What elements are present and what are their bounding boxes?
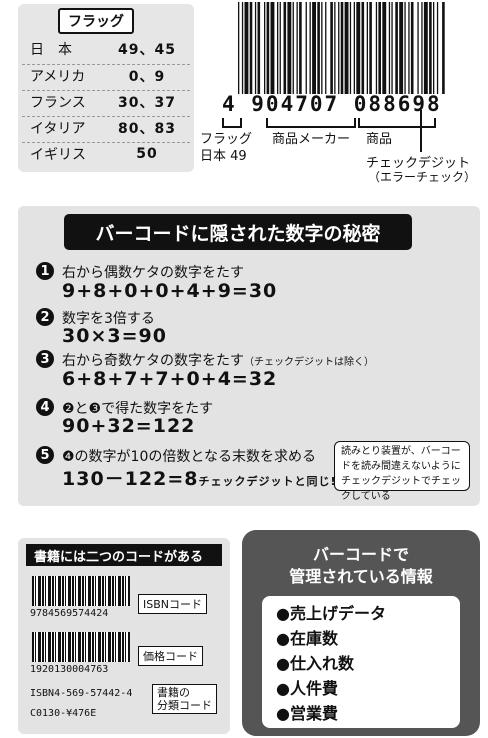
- step-equation: 30×3=90: [62, 325, 167, 347]
- label-maker: 商品メーカー: [272, 132, 351, 147]
- label-check-sub: （エラーチェック）: [368, 170, 477, 184]
- step-note: （チェックデジットは除く）: [244, 357, 374, 368]
- bracket-maker: [266, 118, 356, 128]
- step-equation: 130－122=8チェックデジットと同じ!: [62, 468, 337, 490]
- step-equation: 90+32=122: [62, 415, 196, 437]
- step-number: 2: [36, 308, 54, 326]
- info-item: ●営業費: [276, 704, 338, 723]
- books-title: 書籍には二つのコードがある: [26, 544, 222, 566]
- info-item: ●売上げデータ: [276, 604, 386, 623]
- flag-row: フランス 30、37: [22, 90, 190, 113]
- bracket-flag: [222, 118, 242, 128]
- barcode-graphic: [238, 2, 445, 94]
- isbn-line: ISBN4-569-57442-4: [30, 688, 133, 699]
- label-product: 商品: [366, 132, 393, 147]
- flag-row: イギリス 50: [22, 142, 190, 165]
- step-number: 4: [36, 398, 54, 416]
- step-number: 3: [36, 350, 54, 368]
- isbn-code-digits: 9784569574424: [30, 608, 109, 619]
- flag-row: イタリア 80、83: [22, 116, 190, 139]
- info-title: バーコードで 管理されている情報: [289, 545, 433, 586]
- flag-row: アメリカ 0、9: [22, 64, 190, 87]
- step-text: ❹の数字が10の倍数となる末数を求める: [62, 449, 316, 465]
- class-line: C0130-¥476E: [30, 708, 97, 719]
- info-item: ●在庫数: [276, 629, 338, 648]
- step-text: 右から奇数ケタの数字をたす（チェックデジットは除く）: [62, 353, 374, 369]
- flag-title: フラッグ: [58, 8, 134, 34]
- check-note: 読みとり装置が、バーコードを読み間違えないようにチェックデジットでチェックしてい…: [334, 441, 470, 502]
- step-number: 1: [36, 262, 54, 280]
- barcode-digits: 4 904707 088698: [222, 92, 442, 116]
- step-text: 右から偶数ケタの数字をたす: [62, 265, 244, 281]
- price-code-digits: 1920130004763: [30, 664, 109, 675]
- isbn-barcode: [32, 576, 130, 606]
- flag-row: 日 本 49、45: [30, 42, 176, 58]
- class-tag: 書籍の 分類コード: [152, 684, 217, 714]
- bracket-product: [358, 118, 436, 128]
- price-barcode: [32, 632, 130, 662]
- step-equation: 6+8+7+7+0+4=32: [62, 368, 278, 390]
- step-equation: 9+8+0+0+4+9=30: [62, 280, 278, 302]
- label-flag-value: 日本 49: [200, 149, 247, 164]
- isbn-tag: ISBNコード: [138, 594, 208, 614]
- check-line: [420, 110, 422, 152]
- info-item: ●仕入れ数: [276, 654, 354, 673]
- step-number: 5: [36, 446, 54, 464]
- price-tag: 価格コード: [138, 646, 203, 666]
- step-equation-note: チェックデジットと同じ!: [198, 475, 337, 488]
- info-item: ●人件費: [276, 679, 338, 698]
- secret-title: バーコードに隠された数字の秘密: [64, 214, 412, 250]
